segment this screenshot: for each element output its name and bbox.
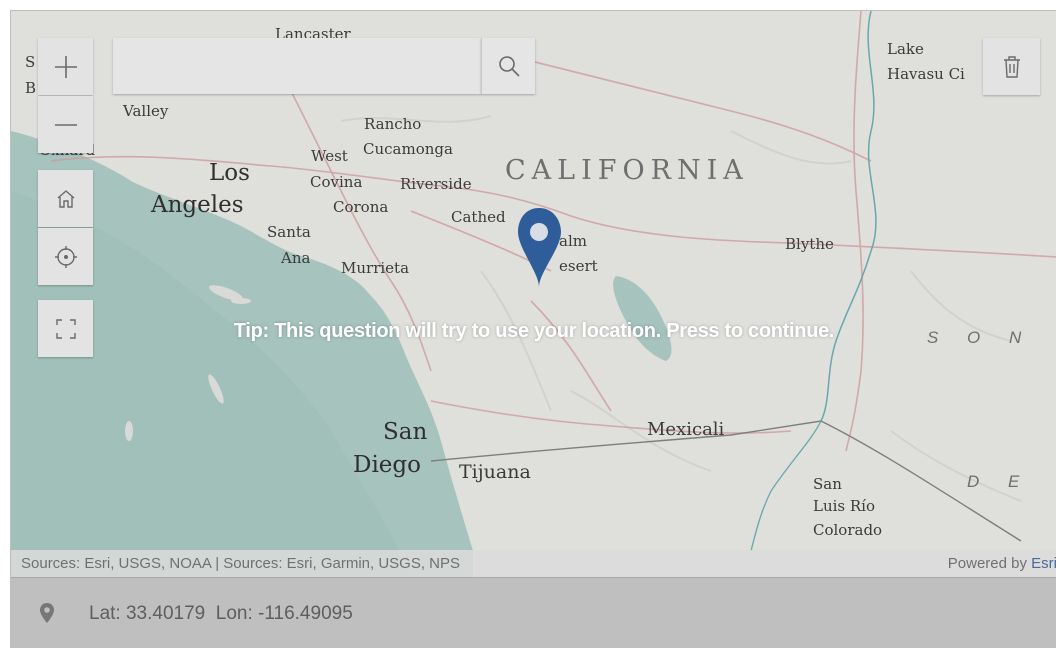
zoom-in-button[interactable] bbox=[38, 38, 93, 95]
map-label-palm: alm bbox=[559, 232, 587, 250]
map-question-frame: Lancaster S B Valley Oxnard Rancho Cucam… bbox=[10, 10, 1056, 648]
search-icon bbox=[498, 56, 520, 77]
home-icon bbox=[57, 189, 74, 208]
map-label-b-left: B bbox=[25, 79, 37, 97]
map-label-rancho: Rancho bbox=[364, 115, 422, 133]
zoom-out-button[interactable] bbox=[38, 96, 93, 153]
map-label-santa: Santa bbox=[267, 223, 311, 241]
map-label-lake: Lake bbox=[887, 40, 924, 58]
map-label-diego: Diego bbox=[353, 452, 421, 478]
map-label-west: West bbox=[311, 147, 348, 165]
basemap-graphics bbox=[11, 11, 1056, 577]
map-label-san-luis-2: Luis Río bbox=[813, 497, 876, 515]
esri-link[interactable]: Esri bbox=[1031, 555, 1056, 572]
clear-location-button[interactable] bbox=[983, 38, 1040, 95]
map-label-tijuana: Tijuana bbox=[459, 461, 531, 483]
minus-icon bbox=[54, 123, 77, 126]
trash-icon bbox=[1003, 55, 1020, 78]
crosshair-icon bbox=[54, 245, 77, 268]
location-tip[interactable]: Tip: This question will try to use your … bbox=[11, 320, 1056, 343]
locate-button[interactable] bbox=[38, 228, 93, 285]
map-label-covina: Covina bbox=[310, 173, 363, 191]
map-label-los: Los bbox=[209, 160, 250, 186]
powered-by-label: Powered by bbox=[947, 555, 1032, 572]
map-label-valley: Valley bbox=[123, 102, 169, 120]
map-label-san: San bbox=[383, 419, 428, 445]
map-label-mexicali: Mexicali bbox=[647, 419, 725, 440]
map-label-ana: Ana bbox=[281, 249, 311, 267]
map-label-cathedral: Cathed bbox=[451, 208, 506, 226]
coordinates-bar: Lat: 33.40179 Lon: -116.49095 bbox=[11, 577, 1056, 648]
map-attribution: Sources: Esri, USGS, NOAA | Sources: Esr… bbox=[11, 550, 1056, 577]
attribution-powered-by: Powered by Esri bbox=[948, 555, 1056, 572]
map-label-murrieta: Murrieta bbox=[341, 259, 410, 277]
map-label-san-luis-3: Colorado bbox=[813, 521, 883, 539]
map-label-s-left: S bbox=[25, 53, 36, 71]
map-label-desert: esert bbox=[559, 257, 598, 275]
map-label-havasu: Havasu Ci bbox=[887, 65, 965, 83]
map-label-california: CALIFORNIA bbox=[505, 155, 749, 186]
map-pin-icon bbox=[40, 603, 54, 623]
fullscreen-icon bbox=[55, 318, 76, 339]
search-input[interactable] bbox=[113, 38, 481, 94]
map-label-blythe: Blythe bbox=[785, 235, 834, 253]
map-label-san-luis-1: San bbox=[813, 475, 842, 493]
plus-icon bbox=[54, 55, 77, 78]
coordinates-text: Lat: 33.40179 Lon: -116.49095 bbox=[89, 603, 353, 624]
map-label-angeles: Angeles bbox=[151, 192, 244, 218]
fullscreen-button[interactable] bbox=[38, 300, 93, 357]
attribution-sources: Sources: Esri, USGS, NOAA | Sources: Esr… bbox=[21, 555, 461, 572]
map-view[interactable]: Lancaster S B Valley Oxnard Rancho Cucam… bbox=[11, 11, 1056, 577]
home-button[interactable] bbox=[38, 170, 93, 227]
map-label-cucamonga: Cucamonga bbox=[363, 140, 453, 158]
search-button[interactable] bbox=[481, 38, 535, 94]
map-label-desierto: D E bbox=[967, 472, 1032, 491]
search-box bbox=[113, 38, 481, 94]
map-label-corona: Corona bbox=[333, 198, 389, 216]
map-label-riverside: Riverside bbox=[400, 175, 472, 193]
